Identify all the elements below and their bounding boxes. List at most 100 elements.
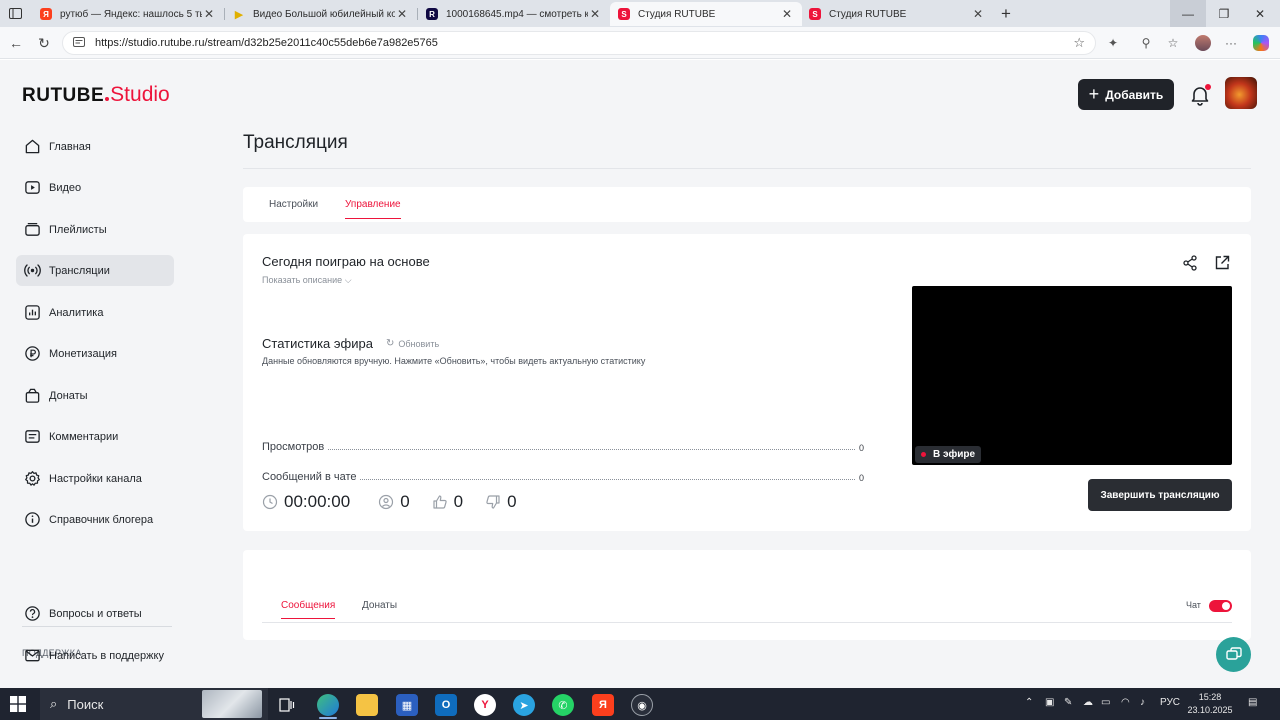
whatsapp-icon[interactable]: ✆ — [552, 694, 574, 716]
favorites-icon[interactable]: ☆ — [1164, 34, 1182, 52]
file-explorer-icon[interactable] — [356, 694, 378, 716]
windows-taskbar: ⌕ Поиск ▦ O Y ➤ ✆ Я ◉ ⌃ ▣ ✎ ☁ ▭ ◠ ♪ РУС … — [0, 688, 1280, 720]
obs-icon[interactable]: ◉ — [631, 694, 653, 716]
store-icon[interactable]: ▦ — [396, 694, 418, 716]
share-icon[interactable] — [1181, 254, 1199, 272]
browser-tab-2[interactable]: ▶ Видео Большой юбилейный ко ✕ — [225, 2, 417, 26]
windows-start-icon[interactable] — [10, 696, 26, 712]
sidebar: Главная Видео Плейлисты Трансляции Анали… — [0, 132, 190, 688]
tab-messages[interactable]: Сообщения — [281, 600, 336, 619]
close-icon[interactable]: ✕ — [395, 7, 409, 21]
copilot-icon[interactable] — [1252, 34, 1270, 52]
browser-tab-1[interactable]: Я рутюб — Яндекс: нашлось 5 тыс ✕ — [32, 2, 224, 26]
rutube-studio-icon: S — [618, 8, 630, 20]
sidebar-item-analytics[interactable]: Аналитика — [16, 297, 174, 328]
close-icon[interactable]: ✕ — [202, 7, 216, 21]
notifications-bell-icon[interactable] — [1188, 83, 1212, 107]
sidebar-item-home[interactable]: Главная — [16, 131, 174, 162]
tracking-icon[interactable]: ⚲ — [1137, 34, 1155, 52]
favorite-star-icon[interactable]: ☆ — [1073, 35, 1085, 51]
stream-card: Сегодня поиграю на основе Показать описа… — [243, 234, 1251, 531]
sidebar-item-video[interactable]: Видео — [16, 172, 174, 203]
rutube-studio-logo[interactable]: RUTUBE Studio — [22, 83, 170, 109]
sidebar-item-blogger-guide[interactable]: Справочник блогера — [16, 504, 174, 535]
telegram-icon[interactable]: ➤ — [513, 694, 535, 716]
sidebar-item-playlists[interactable]: Плейлисты — [16, 214, 174, 245]
wifi-icon[interactable]: ◠ — [1121, 697, 1130, 708]
window-close-icon[interactable]: ✕ — [1242, 0, 1278, 27]
tray-chevron-up-icon[interactable]: ⌃ — [1025, 697, 1033, 708]
stat-label: Сообщений в чате — [262, 471, 357, 483]
dot-leader — [360, 479, 855, 480]
clock-time: 15:28 — [1198, 692, 1222, 702]
address-bar: ← ↻ https://studio.rutube.ru/stream/d32b… — [0, 27, 1280, 59]
sidebar-item-label: Аналитика — [49, 306, 104, 319]
task-view-icon[interactable] — [276, 694, 298, 716]
sidebar-item-faq[interactable]: Вопросы и ответы — [16, 598, 174, 629]
browser-tab-5[interactable]: S Студия RUTUBE ✕ — [801, 2, 993, 26]
reload-icon[interactable]: ↻ — [34, 33, 54, 53]
sidebar-item-label: Настройки канала — [49, 472, 142, 485]
site-info-icon[interactable] — [73, 36, 87, 50]
new-tab-button[interactable]: + — [992, 0, 1020, 27]
help-chat-button[interactable] — [1216, 637, 1251, 672]
notifications-icon[interactable]: ▤ — [1248, 697, 1257, 708]
viewer-icon — [379, 494, 394, 510]
tray-cloud-icon[interactable]: ☁ — [1083, 697, 1093, 708]
system-clock[interactable]: 15:28 23.10.2025 — [1180, 691, 1240, 717]
stream-preview-player[interactable]: В эфире — [912, 286, 1232, 465]
back-icon[interactable]: ← — [6, 33, 26, 53]
restore-icon[interactable]: ❐ — [1206, 0, 1242, 27]
outlook-icon[interactable]: O — [435, 694, 457, 716]
input-language[interactable]: РУС — [1160, 697, 1180, 708]
thumbs-down-icon — [486, 495, 500, 509]
more-icon[interactable]: ··· — [1222, 34, 1240, 52]
add-button[interactable]: + Добавить — [1078, 79, 1174, 110]
profile-icon[interactable] — [1194, 34, 1212, 52]
tab-actions-icon[interactable] — [0, 0, 30, 27]
tab-title: Видео Большой юбилейный ко — [253, 8, 395, 20]
title-divider — [243, 168, 1251, 169]
yandex-browser-icon[interactable]: Y — [474, 694, 496, 716]
show-description-link[interactable]: Показать описание ⌵ — [262, 275, 352, 286]
end-stream-button[interactable]: Завершить трансляцию — [1088, 479, 1232, 511]
chat-toggle[interactable] — [1209, 600, 1232, 612]
sidebar-item-donations[interactable]: Донаты — [16, 380, 174, 411]
sidebar-item-label: Вопросы и ответы — [49, 607, 142, 620]
tab-donations[interactable]: Донаты — [362, 600, 397, 611]
extensions-icon[interactable]: ✦ — [1104, 34, 1122, 52]
minimize-icon[interactable]: — — [1170, 0, 1206, 27]
open-external-icon[interactable] — [1213, 254, 1231, 272]
close-icon[interactable]: ✕ — [588, 7, 602, 21]
channel-avatar[interactable] — [1225, 77, 1257, 109]
tray-app-icon[interactable]: ▣ — [1045, 697, 1054, 708]
sidebar-item-comments[interactable]: Комментарии — [16, 421, 174, 452]
sidebar-item-broadcasts[interactable]: Трансляции — [16, 255, 174, 286]
yandex-icon[interactable]: Я — [592, 694, 614, 716]
battery-icon[interactable]: ▭ — [1101, 697, 1110, 708]
analytics-icon — [25, 305, 40, 320]
refresh-button[interactable]: ↻ Обновить — [386, 338, 439, 349]
rutube-studio-icon: S — [809, 8, 821, 20]
browser-tab-3[interactable]: R 1000168645.mp4 — смотреть ко ✕ — [418, 2, 610, 26]
chat-card: Сообщения Донаты Чат — [243, 550, 1251, 640]
edge-browser-icon[interactable] — [317, 694, 339, 716]
info-icon — [25, 512, 40, 527]
volume-icon[interactable]: ♪ — [1140, 697, 1145, 708]
tab-title: рутюб — Яндекс: нашлось 5 тыс — [60, 8, 202, 20]
tab-management[interactable]: Управление — [345, 199, 401, 219]
sidebar-item-label: Видео — [49, 181, 82, 194]
tab-settings[interactable]: Настройки — [269, 199, 318, 210]
donate-icon — [25, 388, 40, 403]
browser-tab-4[interactable]: S Студия RUTUBE ✕ — [610, 2, 802, 26]
sidebar-item-monetization[interactable]: Монетизация — [16, 338, 174, 369]
tray-meet-icon[interactable]: ✎ — [1064, 697, 1072, 708]
sidebar-item-label: Главная — [49, 140, 91, 153]
taskbar-search[interactable]: ⌕ Поиск — [40, 688, 268, 720]
sidebar-item-contact-support[interactable]: Написать в поддержку — [16, 640, 174, 671]
sidebar-item-channel-settings[interactable]: Настройки канала — [16, 463, 174, 494]
url-field[interactable]: https://studio.rutube.ru/stream/d32b25e2… — [62, 31, 1096, 55]
stream-tabs-card: Настройки Управление — [243, 187, 1251, 222]
close-icon[interactable]: ✕ — [971, 7, 985, 21]
close-icon[interactable]: ✕ — [780, 7, 794, 21]
